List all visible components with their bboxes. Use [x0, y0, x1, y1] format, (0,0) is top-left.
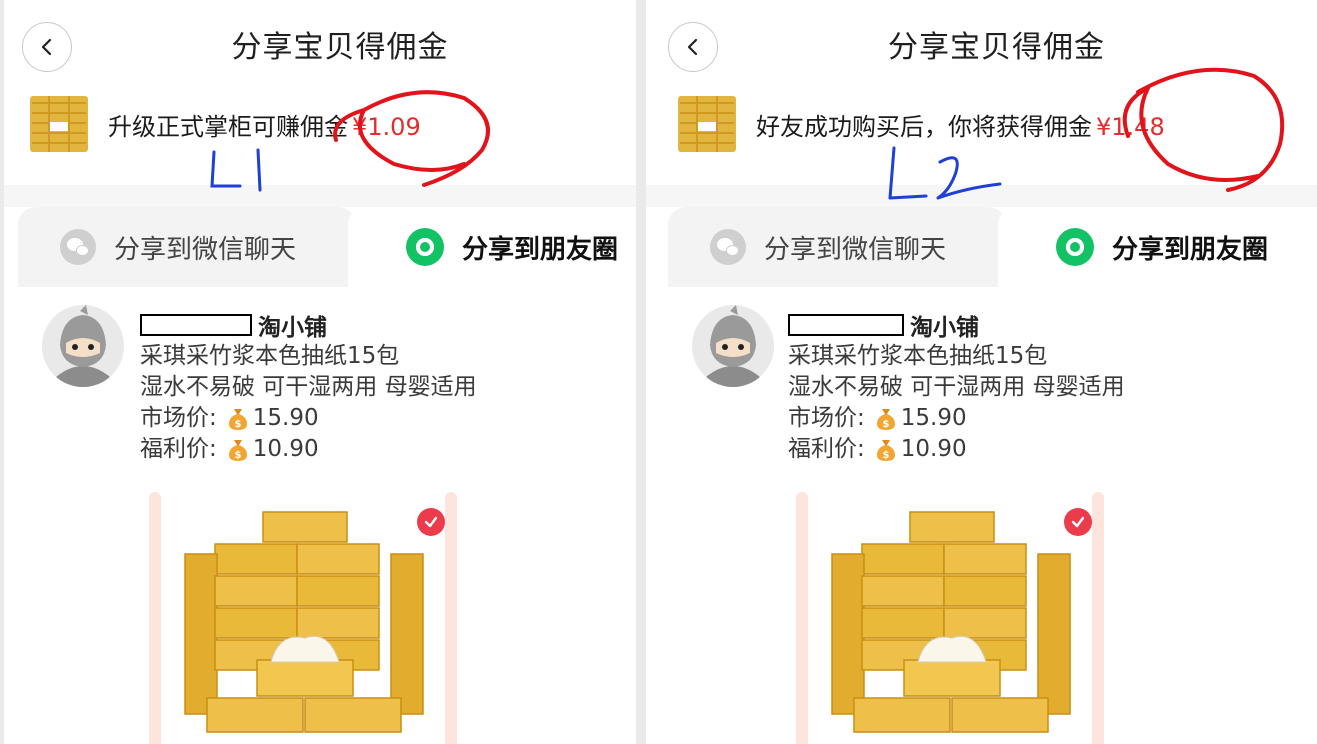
shop-name: 淘小铺: [258, 315, 327, 341]
tab-label: 分享到微信聊天: [114, 234, 297, 265]
wechat-icon: [710, 229, 746, 265]
commission-text: 升级正式掌柜可赚佣金 ¥1.09: [108, 107, 421, 142]
redacted-name: [140, 314, 252, 336]
money-bag-icon: $: [227, 438, 249, 462]
tab-share-moments[interactable]: 分享到朋友圈: [348, 207, 636, 287]
product-image-select[interactable]: [796, 492, 1104, 744]
moments-icon: [1056, 228, 1094, 266]
product-thumbnail: [672, 92, 742, 156]
svg-text:$: $: [882, 419, 889, 430]
header: 分享宝贝得佣金: [646, 0, 1317, 85]
share-card: 淘小铺 采琪采竹浆本色抽纸15包 湿水不易破 可干湿两用 母婴适用 市场价: $…: [4, 287, 636, 744]
market-price-row: 市场价: $ 15.90: [140, 403, 477, 434]
money-bag-icon: $: [227, 407, 249, 431]
image-border-right: [445, 492, 457, 744]
section-divider: [4, 185, 636, 207]
selected-check-icon: [1064, 508, 1092, 536]
market-price: 15.90: [252, 405, 319, 431]
selected-check-icon: [417, 508, 445, 536]
moments-icon: [406, 228, 444, 266]
avatar: [42, 305, 124, 387]
product-image: [826, 504, 1076, 744]
tab-share-wechat-chat[interactable]: 分享到微信聊天: [18, 207, 356, 287]
tab-share-wechat-chat[interactable]: 分享到微信聊天: [668, 207, 1006, 287]
commission-banner: 升级正式掌柜可赚佣金 ¥1.09: [24, 92, 421, 156]
tab-label: 分享到朋友圈: [1112, 234, 1269, 265]
commission-amount: ¥1.09: [352, 112, 421, 141]
product-title: 采琪采竹浆本色抽纸15包: [788, 343, 1048, 369]
wechat-icon: [60, 229, 96, 265]
money-bag-icon: $: [875, 438, 897, 462]
svg-text:$: $: [234, 450, 241, 461]
page-title: 分享宝贝得佣金: [888, 30, 1105, 65]
page-title: 分享宝贝得佣金: [231, 30, 449, 65]
screenshot-stage: 分享宝贝得佣金 升级正式掌柜可赚佣金 ¥1.09 分享到微信聊天 分享到朋友圈 …: [0, 0, 1317, 744]
commission-label: 好友成功购买后，你将获得佣金: [756, 112, 1092, 141]
welfare-price-label: 福利价:: [788, 436, 865, 462]
welfare-price: 10.90: [252, 436, 319, 462]
product-thumbnail: [24, 92, 94, 156]
share-tabs: 分享到微信聊天 分享到朋友圈: [18, 207, 636, 287]
commission-banner: 好友成功购买后，你将获得佣金 ¥1.48: [672, 92, 1165, 156]
image-border-left: [796, 492, 808, 744]
header: 分享宝贝得佣金: [4, 0, 636, 85]
money-bag-icon: $: [875, 407, 897, 431]
welfare-price-label: 福利价:: [140, 436, 217, 462]
commission-amount: ¥1.48: [1096, 112, 1165, 141]
market-price: 15.90: [900, 405, 967, 431]
share-tabs: 分享到微信聊天 分享到朋友圈: [668, 207, 1317, 287]
image-border-left: [149, 492, 161, 744]
product-info: 淘小铺 采琪采竹浆本色抽纸15包 湿水不易破 可干湿两用 母婴适用 市场价: $…: [140, 309, 477, 465]
image-border-right: [1092, 492, 1104, 744]
section-divider: [646, 185, 1317, 207]
shop-name: 淘小铺: [910, 315, 979, 341]
market-price-label: 市场价:: [140, 405, 217, 431]
left-share-screen: 分享宝贝得佣金 升级正式掌柜可赚佣金 ¥1.09 分享到微信聊天 分享到朋友圈 …: [4, 0, 636, 744]
commission-label: 升级正式掌柜可赚佣金: [108, 112, 348, 141]
product-info: 淘小铺 采琪采竹浆本色抽纸15包 湿水不易破 可干湿两用 母婴适用 市场价: $…: [788, 309, 1125, 465]
product-subtitle: 湿水不易破 可干湿两用 母婴适用: [788, 374, 1125, 400]
tab-share-moments[interactable]: 分享到朋友圈: [998, 207, 1317, 287]
svg-text:$: $: [882, 450, 889, 461]
welfare-price: 10.90: [900, 436, 967, 462]
product-title: 采琪采竹浆本色抽纸15包: [140, 343, 400, 369]
welfare-price-row: 福利价: $ 10.90: [788, 434, 1125, 465]
redacted-name: [788, 314, 904, 336]
right-share-screen: 分享宝贝得佣金 好友成功购买后，你将获得佣金 ¥1.48 分享到微信聊天 分享到…: [646, 0, 1317, 744]
welfare-price-row: 福利价: $ 10.90: [140, 434, 477, 465]
product-image: [179, 504, 429, 744]
share-card: 淘小铺 采琪采竹浆本色抽纸15包 湿水不易破 可干湿两用 母婴适用 市场价: $…: [646, 287, 1317, 744]
commission-text: 好友成功购买后，你将获得佣金 ¥1.48: [756, 107, 1165, 142]
market-price-row: 市场价: $ 15.90: [788, 403, 1125, 434]
shop-row: 淘小铺: [140, 309, 477, 341]
market-price-label: 市场价:: [788, 405, 865, 431]
tab-label: 分享到朋友圈: [462, 234, 619, 265]
product-subtitle: 湿水不易破 可干湿两用 母婴适用: [140, 374, 477, 400]
shop-row: 淘小铺: [788, 309, 1125, 341]
svg-text:$: $: [234, 419, 241, 430]
tab-label: 分享到微信聊天: [764, 234, 947, 265]
avatar: [692, 305, 774, 387]
product-image-select[interactable]: [149, 492, 457, 744]
